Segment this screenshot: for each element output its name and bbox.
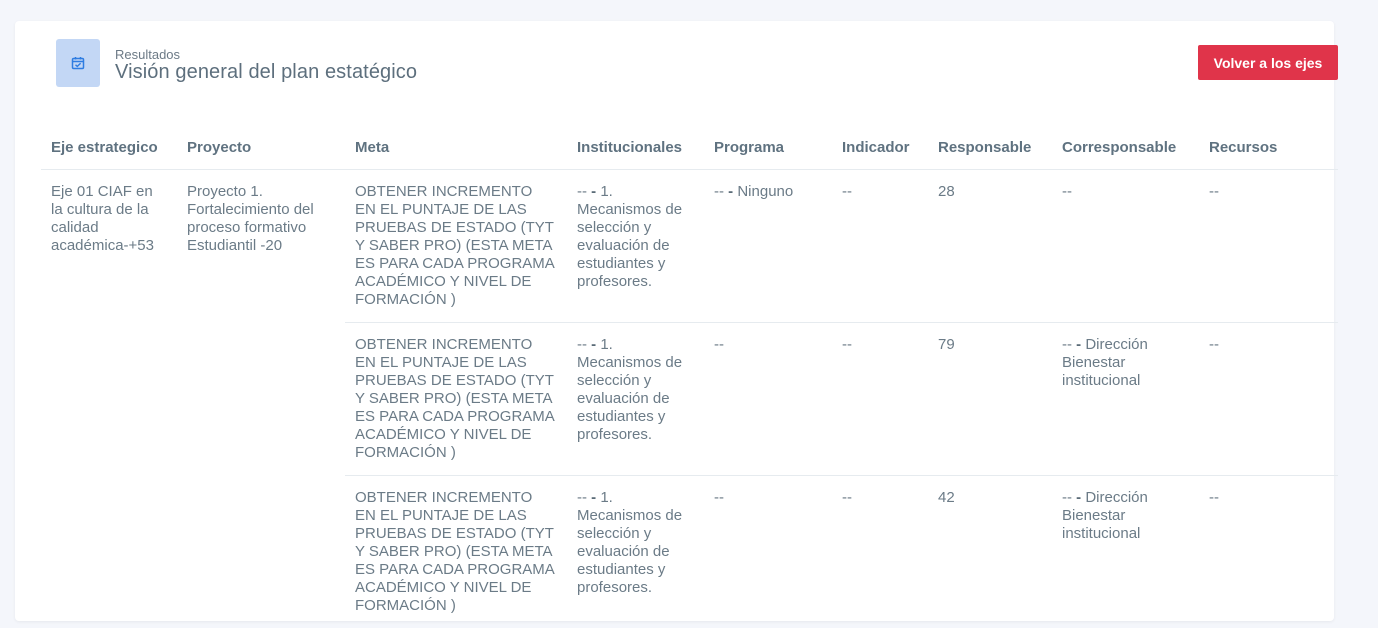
- corresponsable-prefix: --: [1062, 183, 1072, 200]
- programa-cell: --: [704, 323, 832, 476]
- responsable-cell: 28: [928, 170, 1052, 323]
- institucionales-separator: -: [591, 183, 596, 200]
- institucionales-cell: -- - 1. Mecanismos de selección y evalua…: [567, 170, 704, 323]
- programa-separator: -: [728, 183, 733, 200]
- corresponsable-cell: -- - Dirección Bienestar institucional: [1052, 323, 1199, 476]
- programa-prefix: --: [714, 336, 724, 353]
- column-header-eje[interactable]: Eje estrategico: [41, 139, 177, 170]
- institucionales-prefix: --: [577, 336, 587, 353]
- institucionales-separator: -: [591, 489, 596, 506]
- recursos-cell: --: [1199, 476, 1338, 628]
- strategic-plan-table: Eje estrategico Proyecto Meta Institucio…: [41, 139, 1338, 628]
- corresponsable-separator: -: [1076, 489, 1081, 506]
- institucionales-cell: -- - 1. Mecanismos de selección y evalua…: [567, 476, 704, 628]
- eje-cell: Eje 01 CIAF en la cultura de la calidad …: [41, 170, 177, 628]
- corresponsable-prefix: --: [1062, 336, 1072, 353]
- calendar-check-icon: [56, 39, 100, 87]
- responsable-cell: 42: [928, 476, 1052, 628]
- meta-cell: OBTENER INCREMENTO EN EL PUNTAJE DE LAS …: [345, 476, 567, 628]
- indicador-cell: --: [832, 323, 928, 476]
- indicador-cell: --: [832, 170, 928, 323]
- column-header-proyecto[interactable]: Proyecto: [177, 139, 345, 170]
- indicador-cell: --: [832, 476, 928, 628]
- corresponsable-separator: -: [1076, 336, 1081, 353]
- back-to-axes-button[interactable]: Volver a los ejes: [1198, 45, 1338, 80]
- meta-cell: OBTENER INCREMENTO EN EL PUNTAJE DE LAS …: [345, 170, 567, 323]
- programa-prefix: --: [714, 489, 724, 506]
- table-header-row: Eje estrategico Proyecto Meta Institucio…: [41, 139, 1338, 170]
- column-header-responsable[interactable]: Responsable: [928, 139, 1052, 170]
- institucionales-prefix: --: [577, 183, 587, 200]
- column-header-institucionales[interactable]: Institucionales: [567, 139, 704, 170]
- column-header-corresponsable[interactable]: Corresponsable: [1052, 139, 1199, 170]
- institucionales-cell: -- - 1. Mecanismos de selección y evalua…: [567, 323, 704, 476]
- institucionales-separator: -: [591, 336, 596, 353]
- corresponsable-cell: --: [1052, 170, 1199, 323]
- page-title: Visión general del plan estatégico: [115, 61, 417, 84]
- programa-prefix: --: [714, 183, 724, 200]
- corresponsable-cell: -- - Dirección Bienestar institucional: [1052, 476, 1199, 628]
- programa-cell: -- - Ninguno: [704, 170, 832, 323]
- recursos-cell: --: [1199, 323, 1338, 476]
- programa-cell: --: [704, 476, 832, 628]
- responsable-cell: 79: [928, 323, 1052, 476]
- meta-cell: OBTENER INCREMENTO EN EL PUNTAJE DE LAS …: [345, 323, 567, 476]
- column-header-indicador[interactable]: Indicador: [832, 139, 928, 170]
- column-header-meta[interactable]: Meta: [345, 139, 567, 170]
- recursos-cell: --: [1199, 170, 1338, 323]
- column-header-recursos[interactable]: Recursos: [1199, 139, 1338, 170]
- corresponsable-text: Dirección Bienestar institucional: [1062, 336, 1148, 389]
- institucionales-prefix: --: [577, 489, 587, 506]
- programa-text: Ninguno: [737, 183, 793, 200]
- results-card: Resultados Visión general del plan estat…: [15, 21, 1334, 621]
- corresponsable-prefix: --: [1062, 489, 1072, 506]
- corresponsable-text: Dirección Bienestar institucional: [1062, 489, 1148, 542]
- page-subtitle: Resultados: [115, 47, 180, 62]
- table-row: Eje 01 CIAF en la cultura de la calidad …: [41, 170, 1338, 323]
- column-header-programa[interactable]: Programa: [704, 139, 832, 170]
- proyecto-cell: Proyecto 1. Fortalecimiento del proceso …: [177, 170, 345, 628]
